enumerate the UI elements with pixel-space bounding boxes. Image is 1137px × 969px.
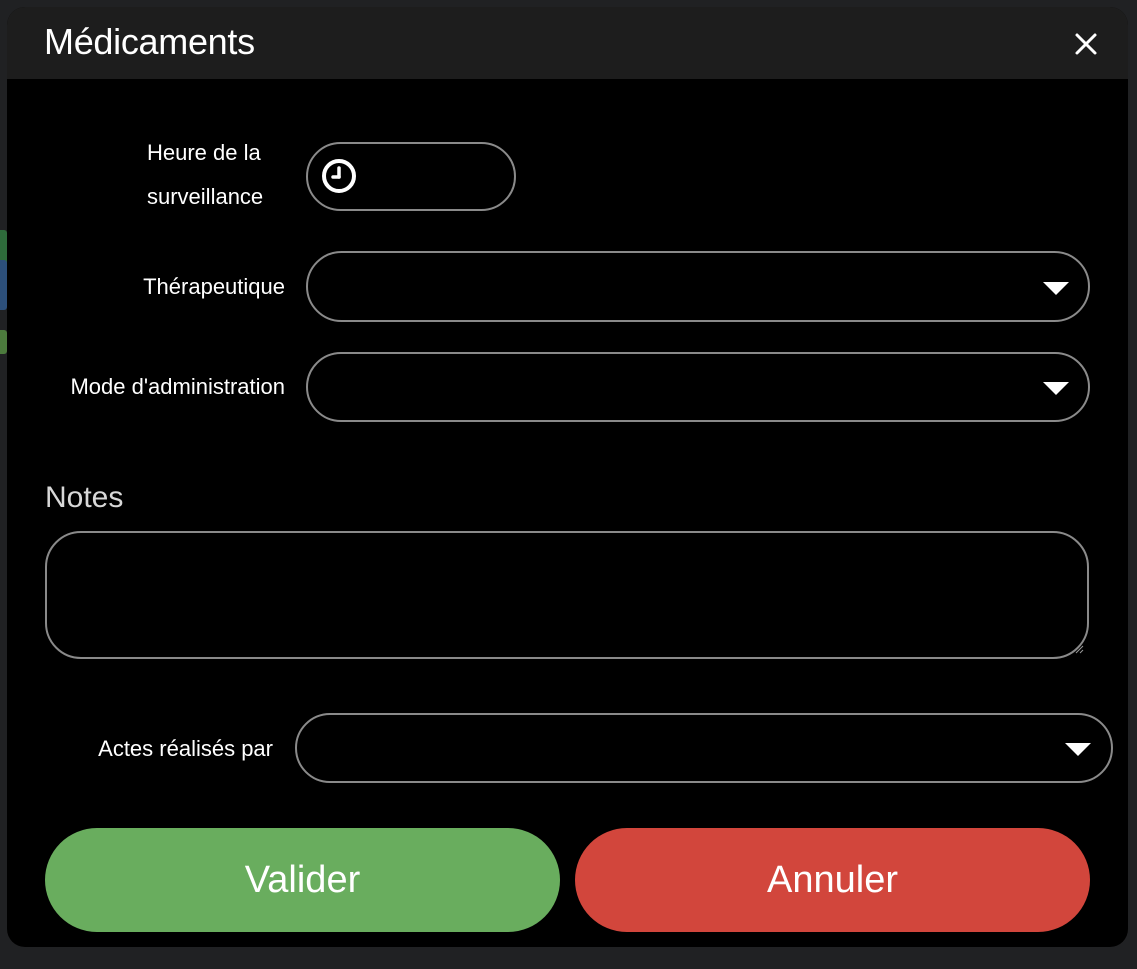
time-label-line2: surveillance [147,184,264,209]
background-accent-blue [0,260,7,310]
time-label: Heure de la surveillance [147,131,263,219]
notes-label: Notes [45,481,124,514]
admin-mode-select[interactable] [306,352,1090,422]
cancel-button[interactable]: Annuler [575,828,1090,932]
performed-by-label: Actes réalisés par [98,736,273,761]
notes-textarea[interactable] [45,531,1089,659]
medication-dialog: Médicaments Heure de la surveillance Thé… [7,7,1128,947]
admin-mode-label: Mode d'administration [70,374,285,399]
dialog-header: Médicaments [7,7,1128,79]
therapeutic-label: Thérapeutique [143,274,285,299]
dialog-title: Médicaments [44,21,255,62]
close-button[interactable] [1067,25,1105,63]
chevron-down-icon [1043,282,1069,295]
time-input[interactable] [306,142,516,211]
time-label-line1: Heure de la [147,140,261,165]
close-icon [1075,33,1097,55]
clock-icon [322,159,356,193]
background-accent-green-2 [0,330,7,354]
chevron-down-icon [1065,743,1091,756]
chevron-down-icon [1043,382,1069,395]
performed-by-select[interactable] [295,713,1113,783]
therapeutic-select[interactable] [306,251,1090,322]
resize-handle-icon[interactable] [1074,644,1084,654]
validate-button[interactable]: Valider [45,828,560,932]
